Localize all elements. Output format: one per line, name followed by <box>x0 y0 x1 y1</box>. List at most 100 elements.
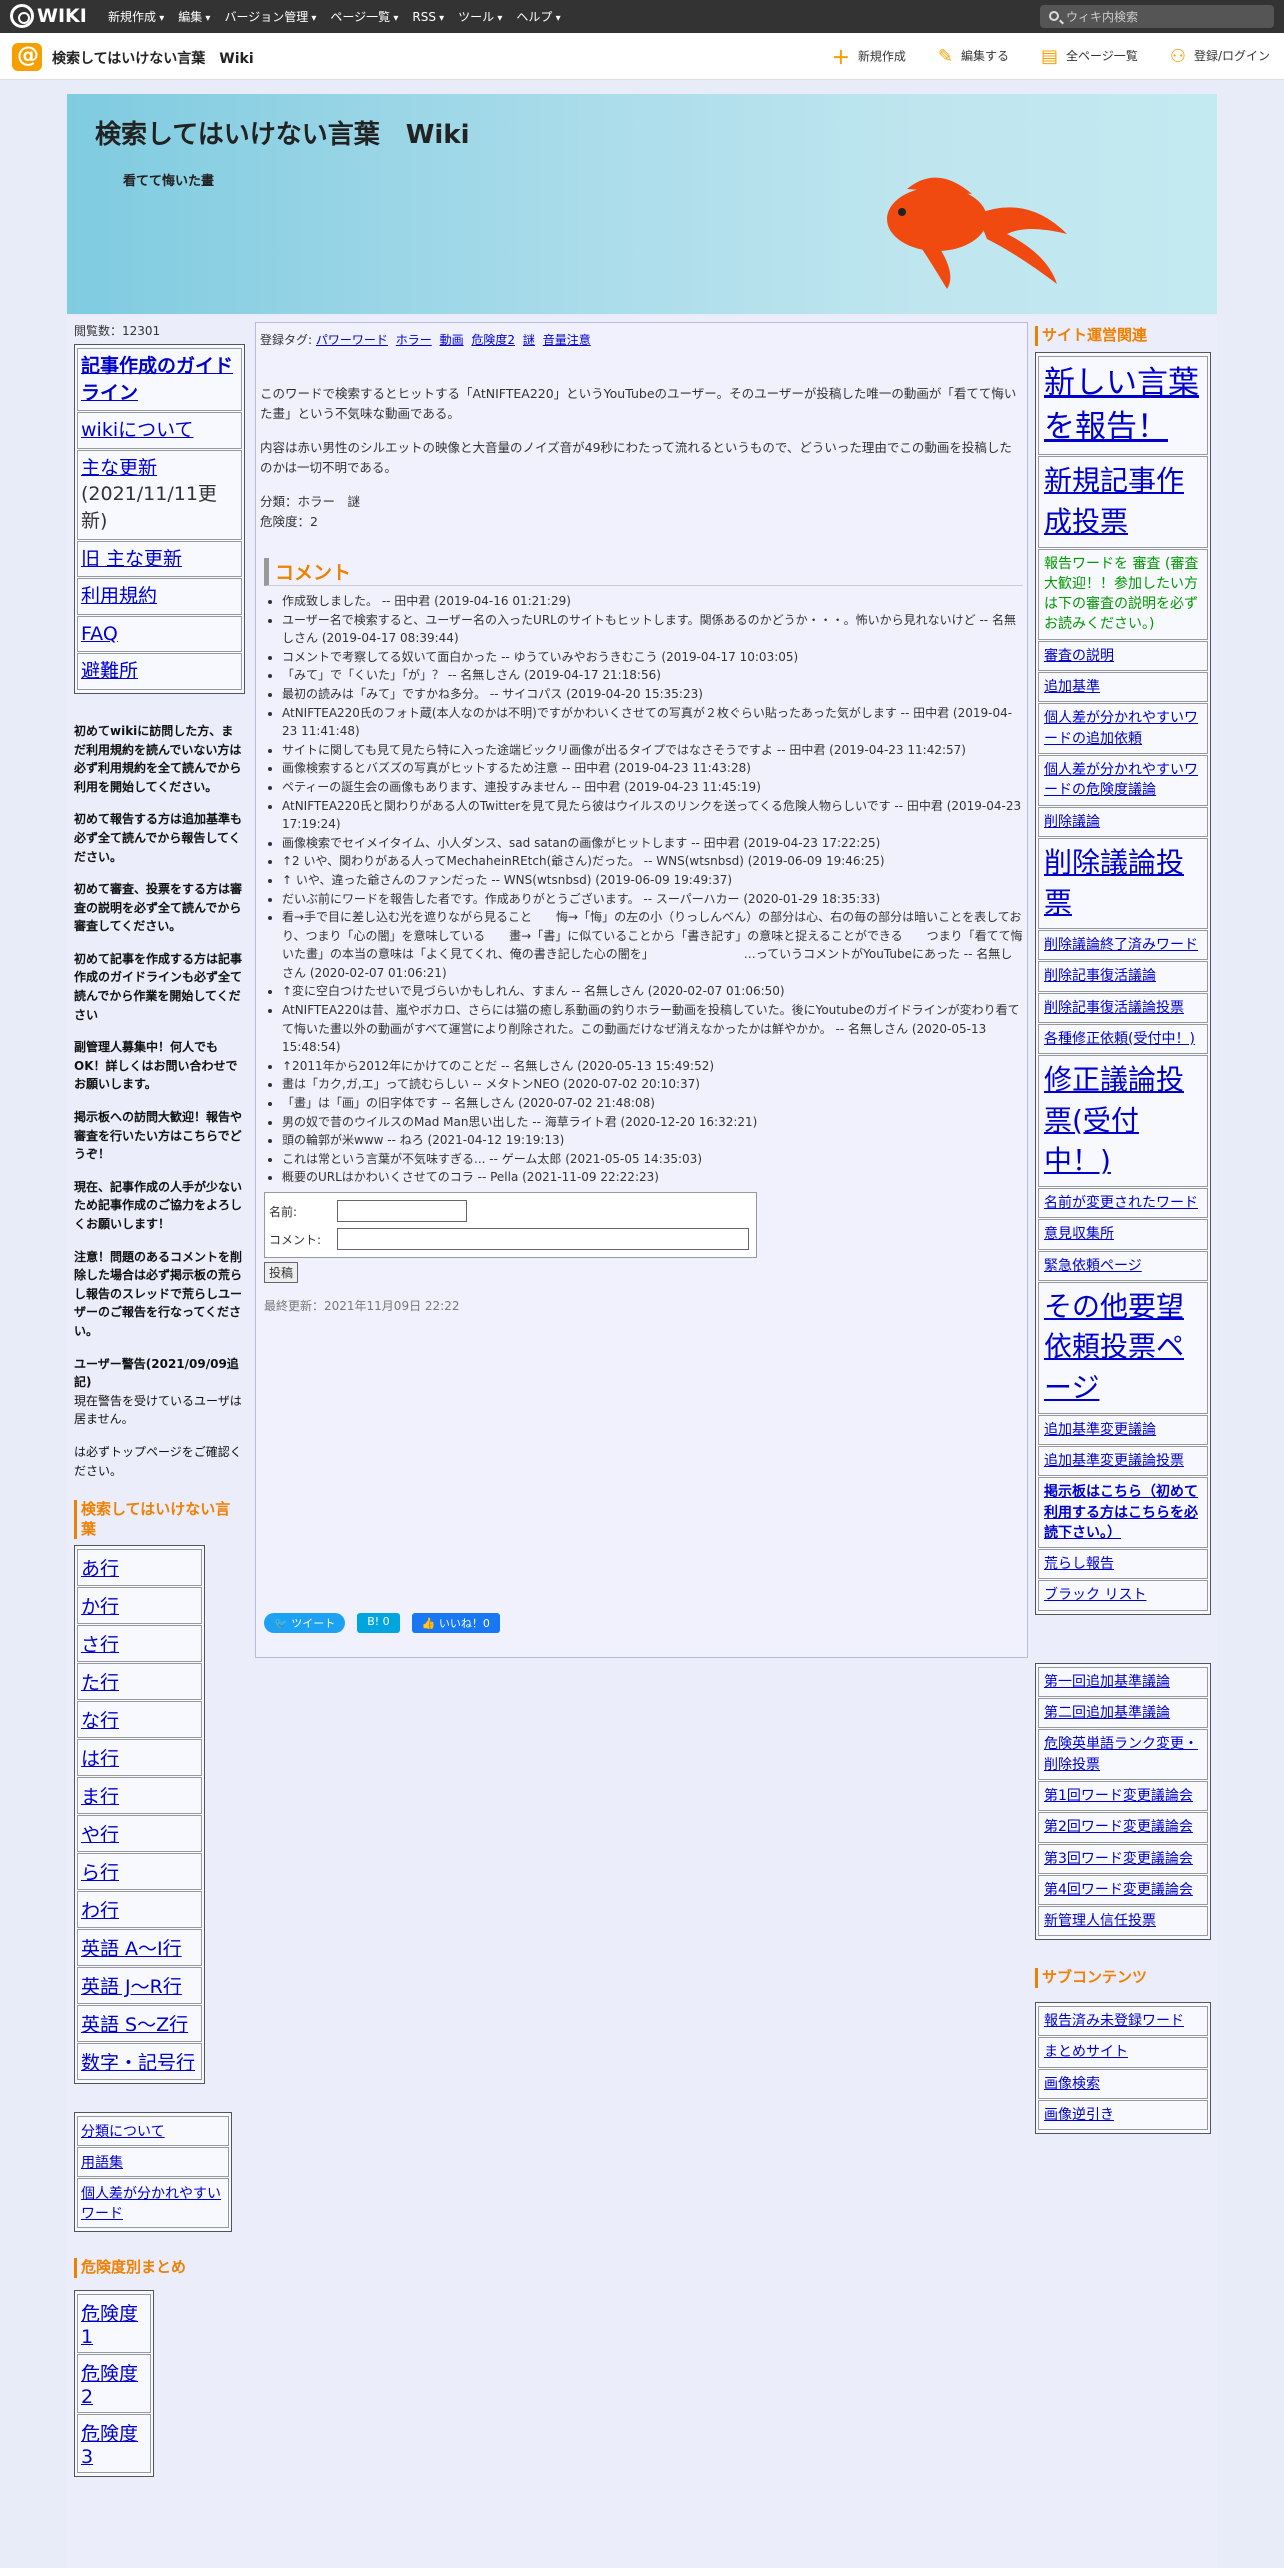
nav-classification[interactable]: 分類について <box>77 2116 229 2147</box>
sidebar-link[interactable]: 削除議論投票 <box>1038 837 1208 930</box>
nav-gyo[interactable]: ま行 <box>77 1777 202 1815</box>
wiki-search-input[interactable]: ウィキ内検索 <box>1040 5 1274 28</box>
nav-gyo[interactable]: や行 <box>77 1815 202 1853</box>
atwiki-logo[interactable]: WIKI <box>10 4 87 28</box>
sidebar-link[interactable]: 削除議論 <box>1038 806 1208 837</box>
menu-tools[interactable]: ツール <box>458 8 502 25</box>
sidebar-link[interactable]: 荒らし報告 <box>1038 1549 1208 1580</box>
sidebar-link[interactable]: 第二回追加基準議論 <box>1038 1698 1208 1729</box>
sidebar-link[interactable]: 意見収集所 <box>1038 1219 1208 1250</box>
tag-link[interactable]: 謎 <box>523 333 535 347</box>
sidebar-link[interactable]: その他要望依頼投票ページ <box>1038 1281 1208 1414</box>
sidebar-link[interactable]: 新しい言葉を報告！ <box>1038 355 1208 456</box>
comment-item: 作成致しました。 -- 田中君 (2019-04-16 01:21:29) <box>282 592 1023 611</box>
edit-button[interactable]: ✎ 編集する <box>938 46 1009 67</box>
login-button[interactable]: ⚇ 登録/ログイン <box>1170 46 1270 67</box>
nav-danger[interactable]: 危険度1 <box>77 2293 151 2353</box>
menu-pages[interactable]: ページ一覧 <box>330 8 398 25</box>
sidebar-link[interactable]: 報告ワードを 審査 (審査大歓迎！！参加したい方は下の審査の説明を必ずお読みくだ… <box>1038 548 1208 640</box>
nav-gyo[interactable]: 英語 A〜I行 <box>77 1929 202 1967</box>
nav-gyo[interactable]: あ行 <box>77 1549 202 1587</box>
comment-item: 畫は「カク,ガ,エ」って読むらしい -- メタトンNEO (2020-07-02… <box>282 1075 1023 1094</box>
nav-terms[interactable]: 利用規約 <box>77 578 242 615</box>
menu-help[interactable]: ヘルプ <box>516 8 560 25</box>
nav-gyo[interactable]: は行 <box>77 1739 202 1777</box>
sidebar-link[interactable]: ブラック リスト <box>1038 1580 1208 1611</box>
nav-guideline[interactable]: 記事作成のガイドライン <box>77 348 242 412</box>
nav-danger[interactable]: 危険度2 <box>77 2353 151 2413</box>
post-button[interactable]: 投稿 <box>264 1262 299 1283</box>
sidebar-link[interactable]: 名前が変更されたワード <box>1038 1187 1208 1219</box>
nav-refuge[interactable]: 避難所 <box>77 653 242 690</box>
new-page-button[interactable]: ＋新規作成 <box>832 44 906 70</box>
sidebar-link[interactable]: 個人差が分かれやすいワードの危険度議論 <box>1038 754 1208 806</box>
wiki-title[interactable]: 検索してはいけない言葉 Wiki <box>95 114 470 151</box>
comment-input[interactable] <box>337 1228 749 1250</box>
sidebar-link[interactable]: 第一回追加基準議論 <box>1038 1666 1208 1698</box>
sidebar-link[interactable]: 第4回ワード変更議論会 <box>1038 1874 1208 1906</box>
nav-gyo[interactable]: な行 <box>77 1701 202 1739</box>
site-admin-nav: 新しい言葉を報告！ 新規記事作成投票 報告ワードを 審査 (審査大歓迎！！参加したい… <box>1035 351 1211 1615</box>
sidebar-link[interactable]: 危険英単語ランク変更・削除投票 <box>1038 1729 1208 1780</box>
danger-nav: 危険度1 危険度2 危険度3 <box>74 2289 154 2477</box>
site-title-link[interactable]: 検索してはいけない言葉 Wiki <box>52 48 254 68</box>
comment-item: 最初の読みは「みて」ですかね多分。 -- サイコパス (2019-04-20 1… <box>282 685 1023 704</box>
nav-gyo[interactable]: さ行 <box>77 1625 202 1663</box>
tag-link[interactable]: パワーワード <box>316 333 388 347</box>
nav-faq[interactable]: FAQ <box>77 615 242 653</box>
facebook-like-button[interactable]: 👍 いいね！0 <box>411 1613 500 1633</box>
sidebar-link[interactable]: 追加基準変更議論投票 <box>1038 1445 1208 1477</box>
sidebar-link[interactable]: 修正議論投票(受付中！) <box>1038 1055 1208 1187</box>
nav-old-updates[interactable]: 旧 主な更新 <box>77 540 242 578</box>
sidebar-link[interactable]: 削除記事復活議論投票 <box>1038 992 1208 1023</box>
sidebar-link[interactable]: 第1回ワード変更議論会 <box>1038 1780 1208 1812</box>
nav-gyo[interactable]: 英語 S〜Z行 <box>77 2005 202 2043</box>
tag-link[interactable]: 危険度2 <box>471 333 515 347</box>
nav-glossary[interactable]: 用語集 <box>77 2147 229 2178</box>
nav-gyo[interactable]: 数字・記号行 <box>77 2043 202 2081</box>
comment-heading: コメント <box>264 558 1023 586</box>
site-logo-icon[interactable] <box>12 43 42 71</box>
tag-link[interactable]: 動画 <box>440 333 464 347</box>
nav-gyo[interactable]: か行 <box>77 1587 202 1625</box>
sidebar-link[interactable]: 画像逆引き <box>1038 2099 1208 2131</box>
tag-link[interactable]: 音量注意 <box>543 333 591 347</box>
nav-updates[interactable]: 主な更新 (2021/11/11更新) <box>77 449 242 540</box>
sidebar-link[interactable]: 掲示板はこちら（初めて利用する方はこちらを必読下さい。） <box>1038 1477 1208 1549</box>
nav-gyo[interactable]: 英語 J〜R行 <box>77 1967 202 2005</box>
sidebar-link[interactable]: 審査の説明 <box>1038 640 1208 672</box>
menu-new[interactable]: 新規作成 <box>108 8 164 25</box>
menu-rss[interactable]: RSS <box>412 10 444 24</box>
top-menu: 新規作成 編集 バージョン管理 ページ一覧 RSS ツール ヘルプ <box>108 0 561 33</box>
sidebar-link[interactable]: 削除議論終了済みワード <box>1038 930 1208 961</box>
tweet-button[interactable]: 🐦 ツイート <box>264 1613 346 1633</box>
tag-link[interactable]: ホラー <box>396 333 432 347</box>
hatena-bookmark-button[interactable]: B! 0 <box>357 1613 400 1633</box>
sidebar-link[interactable]: 個人差が分かれやすいワードの追加依頼 <box>1038 703 1208 754</box>
nav-gyo[interactable]: わ行 <box>77 1891 202 1929</box>
nav-individual[interactable]: 個人差が分かれやすいワード <box>77 2178 229 2229</box>
sidebar-link[interactable]: 緊急依頼ページ <box>1038 1250 1208 1281</box>
top-toolbar: WIKI 新規作成 編集 バージョン管理 ページ一覧 RSS ツール ヘルプ ウ… <box>0 0 1284 33</box>
sidebar-link[interactable]: 追加基準変更議論 <box>1038 1414 1208 1445</box>
page-list-button[interactable]: ▤ 全ページ一覧 <box>1041 46 1138 67</box>
notice: 初めて報告する方は追加基準も必ず全て読んでから報告してください。 <box>74 812 243 864</box>
sidebar-link[interactable]: 第3回ワード変更議論会 <box>1038 1843 1208 1874</box>
nav-danger[interactable]: 危険度3 <box>77 2413 151 2473</box>
menu-version[interactable]: バージョン管理 <box>224 8 316 25</box>
nav-gyo[interactable]: た行 <box>77 1663 202 1701</box>
menu-edit[interactable]: 編集 <box>178 8 210 25</box>
nav-about[interactable]: wikiについて <box>77 412 242 449</box>
main-content: 登録タグ: パワーワード ホラー 動画 危険度2 謎 音量注意 このワードで検索… <box>255 322 1028 1658</box>
nav-gyo[interactable]: ら行 <box>77 1853 202 1891</box>
sidebar-link[interactable]: 新管理人信任投票 <box>1038 1906 1208 1937</box>
name-input[interactable] <box>337 1200 467 1222</box>
sidebar-link[interactable]: 報告済み未登録ワード <box>1038 2005 1208 2037</box>
sidebar-link[interactable]: 追加基準 <box>1038 672 1208 703</box>
sidebar-link[interactable]: 新規記事作成投票 <box>1038 456 1208 548</box>
sidebar-link[interactable]: 各種修正依頼(受付中！) <box>1038 1023 1208 1055</box>
sidebar-link[interactable]: まとめサイト <box>1038 2037 1208 2068</box>
sidebar-link[interactable]: 削除記事復活議論 <box>1038 961 1208 992</box>
sidebar-link[interactable]: 画像検索 <box>1038 2068 1208 2099</box>
sidebar-link[interactable]: 第2回ワード変更議論会 <box>1038 1812 1208 1843</box>
